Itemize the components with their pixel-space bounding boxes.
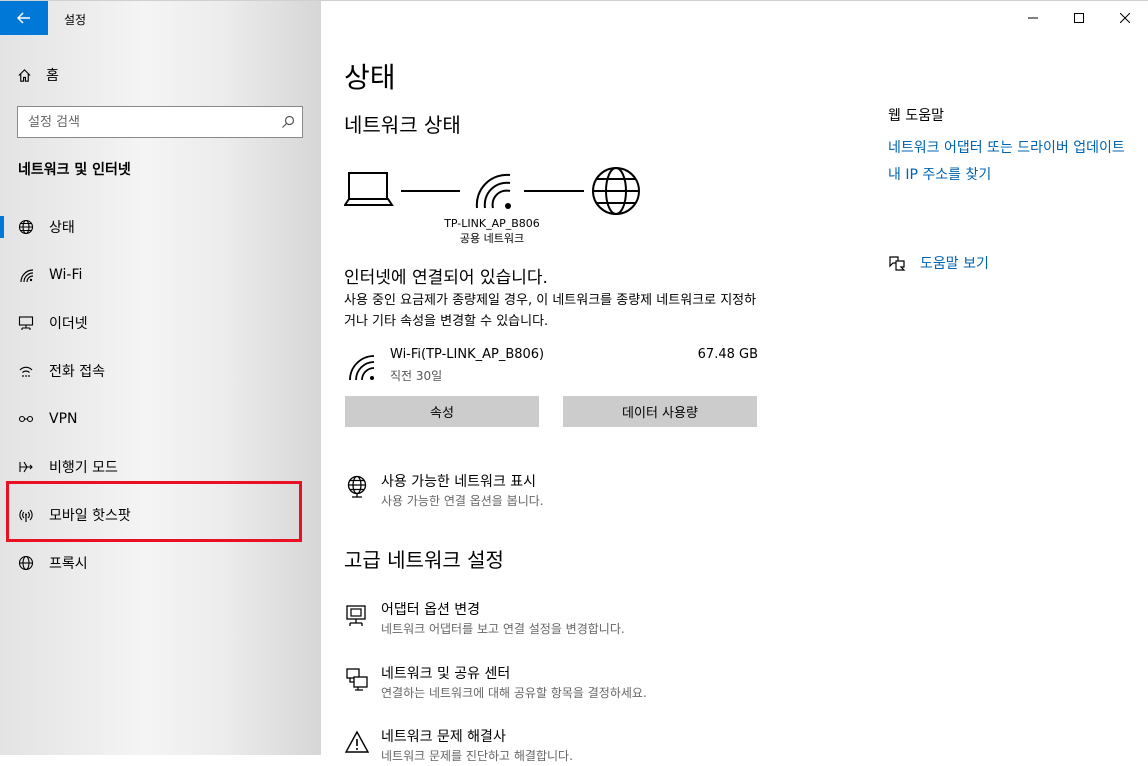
sidebar-item-label: 모바일 핫스팟: [49, 508, 131, 524]
usage-adapter-name: Wi-Fi(TP-LINK_AP_B806): [390, 347, 545, 362]
see-help-label: 도움말 보기: [920, 256, 989, 272]
settings-window: 설정 홈 네트워크 및 인터넷 상태 Wi-Fi: [0, 0, 1148, 763]
back-button[interactable]: [0, 1, 48, 35]
network-name-label: TP-LINK_AP_B806 공용 네트워크: [422, 216, 562, 246]
laptop-icon: [344, 172, 394, 206]
sidebar-item-label: 상태: [49, 220, 75, 236]
web-help-title: 웹 도움말: [888, 108, 944, 124]
sidebar-item-label: 비행기 모드: [49, 460, 118, 476]
sidebar-home[interactable]: 홈: [17, 65, 59, 85]
dialup-icon: [17, 362, 35, 380]
data-usage-button[interactable]: 데이터 사용량: [563, 396, 757, 427]
globe-icon: [17, 554, 35, 572]
window-controls: [1010, 1, 1148, 35]
internet-globe-icon: [592, 167, 640, 215]
network-globe-icon: [344, 473, 370, 511]
sidebar-item-status[interactable]: 상태: [0, 207, 321, 247]
sidebar-item-proxy[interactable]: 프록시: [0, 543, 321, 583]
sidebar-item-label: 전화 접속: [49, 364, 105, 380]
sidebar-item-label: 이더넷: [49, 316, 88, 332]
adapter-options-title: 어댑터 옵션 변경: [381, 602, 481, 618]
wifi-icon: [17, 266, 35, 284]
adapter-options-desc: 네트워크 어댑터를 보고 연결 설정을 변경합니다.: [381, 622, 625, 636]
connection-status: 인터넷에 연결되어 있습니다.: [344, 268, 548, 288]
sidebar-item-label: Wi-Fi: [49, 267, 83, 283]
maximize-button[interactable]: [1056, 1, 1102, 35]
data-usage-row: Wi-Fi(TP-LINK_AP_B806) 직전 30일 67.48 GB: [344, 345, 758, 385]
page-title: 상태: [344, 61, 396, 94]
troubleshooter-title: 네트워크 문제 해결사: [381, 729, 506, 745]
window-title: 설정: [64, 13, 87, 27]
usage-period: 직전 30일: [390, 369, 443, 383]
show-networks-desc: 사용 가능한 연결 옵션을 봅니다.: [381, 494, 544, 508]
home-label: 홈: [46, 68, 59, 84]
globe-icon: [17, 218, 35, 236]
minimize-button[interactable]: [1010, 1, 1056, 35]
ethernet-icon: [17, 314, 35, 332]
back-arrow-icon: [17, 12, 30, 24]
settings-search[interactable]: [17, 106, 303, 138]
show-networks-link[interactable]: 사용 가능한 네트워크 표시 사용 가능한 연결 옵션을 봅니다.: [344, 473, 544, 511]
properties-button[interactable]: 속성: [345, 396, 539, 427]
sidebar-item-label: 프록시: [49, 556, 88, 572]
sharing-center-title: 네트워크 및 공유 센터: [381, 666, 511, 682]
sidebar-item-ethernet[interactable]: 이더넷: [0, 303, 321, 343]
help-panel: 웹 도움말 네트워크 어댑터 또는 드라이버 업데이트 내 IP 주소를 찾기: [888, 105, 1138, 193]
help-chat-icon: [889, 256, 906, 271]
search-icon: [274, 115, 302, 129]
warning-icon: [344, 728, 370, 766]
usage-amount: 67.48 GB: [697, 347, 758, 362]
sidebar-item-mobile-hotspot[interactable]: 모바일 핫스팟: [0, 495, 321, 535]
see-help-link[interactable]: 도움말 보기: [888, 253, 989, 273]
search-input[interactable]: [18, 109, 274, 135]
minimize-icon: [1028, 17, 1038, 19]
airplane-icon: [17, 458, 35, 476]
main-content: 상태 네트워크 상태 TP-LINK_AP_B806 공용 네트워크 인터넷에: [321, 1, 1148, 763]
hotspot-icon: [17, 506, 35, 524]
help-link-driver-update[interactable]: 네트워크 어댑터 또는 드라이버 업데이트: [888, 139, 1138, 158]
sidebar-section-title: 네트워크 및 인터넷: [18, 162, 131, 178]
wifi-icon: [349, 355, 375, 381]
network-type: 공용 네트워크: [459, 232, 525, 245]
home-icon: [18, 68, 31, 82]
show-networks-title: 사용 가능한 네트워크 표시: [381, 474, 537, 490]
wifi-icon: [475, 173, 511, 209]
sidebar-item-dialup[interactable]: 전화 접속: [0, 351, 321, 391]
close-icon: [1120, 13, 1130, 23]
sharing-center-link[interactable]: 네트워크 및 공유 센터 연결하는 네트워크에 대해 공유할 항목을 결정하세요…: [344, 665, 647, 703]
maximize-icon: [1074, 13, 1084, 23]
vpn-icon: [17, 410, 35, 428]
sidebar-item-wifi[interactable]: Wi-Fi: [0, 255, 321, 295]
sidebar-item-airplane[interactable]: 비행기 모드: [0, 447, 321, 487]
network-status-title: 네트워크 상태: [344, 113, 461, 137]
sidebar: 설정 홈 네트워크 및 인터넷 상태 Wi-Fi: [0, 1, 321, 755]
adapter-options-link[interactable]: 어댑터 옵션 변경 네트워크 어댑터를 보고 연결 설정을 변경합니다.: [344, 601, 625, 639]
sidebar-item-vpn[interactable]: VPN: [0, 399, 321, 439]
connection-description: 사용 중인 요금제가 종량제일 경우, 이 네트워크를 종량제 네트워크로 지정…: [344, 293, 757, 329]
close-button[interactable]: [1102, 1, 1148, 35]
sharing-center-desc: 연결하는 네트워크에 대해 공유할 항목을 결정하세요.: [381, 686, 647, 700]
advanced-settings-title: 고급 네트워크 설정: [344, 548, 504, 572]
sharing-center-icon: [344, 665, 370, 703]
troubleshooter-link[interactable]: 네트워크 문제 해결사 네트워크 문제를 진단하고 해결합니다.: [344, 728, 573, 766]
troubleshooter-desc: 네트워크 문제를 진단하고 해결합니다.: [381, 749, 573, 763]
adapter-icon: [344, 601, 370, 639]
sidebar-item-label: VPN: [49, 411, 78, 427]
help-link-find-ip[interactable]: 내 IP 주소를 찾기: [888, 166, 1138, 185]
network-name: TP-LINK_AP_B806: [444, 217, 540, 230]
